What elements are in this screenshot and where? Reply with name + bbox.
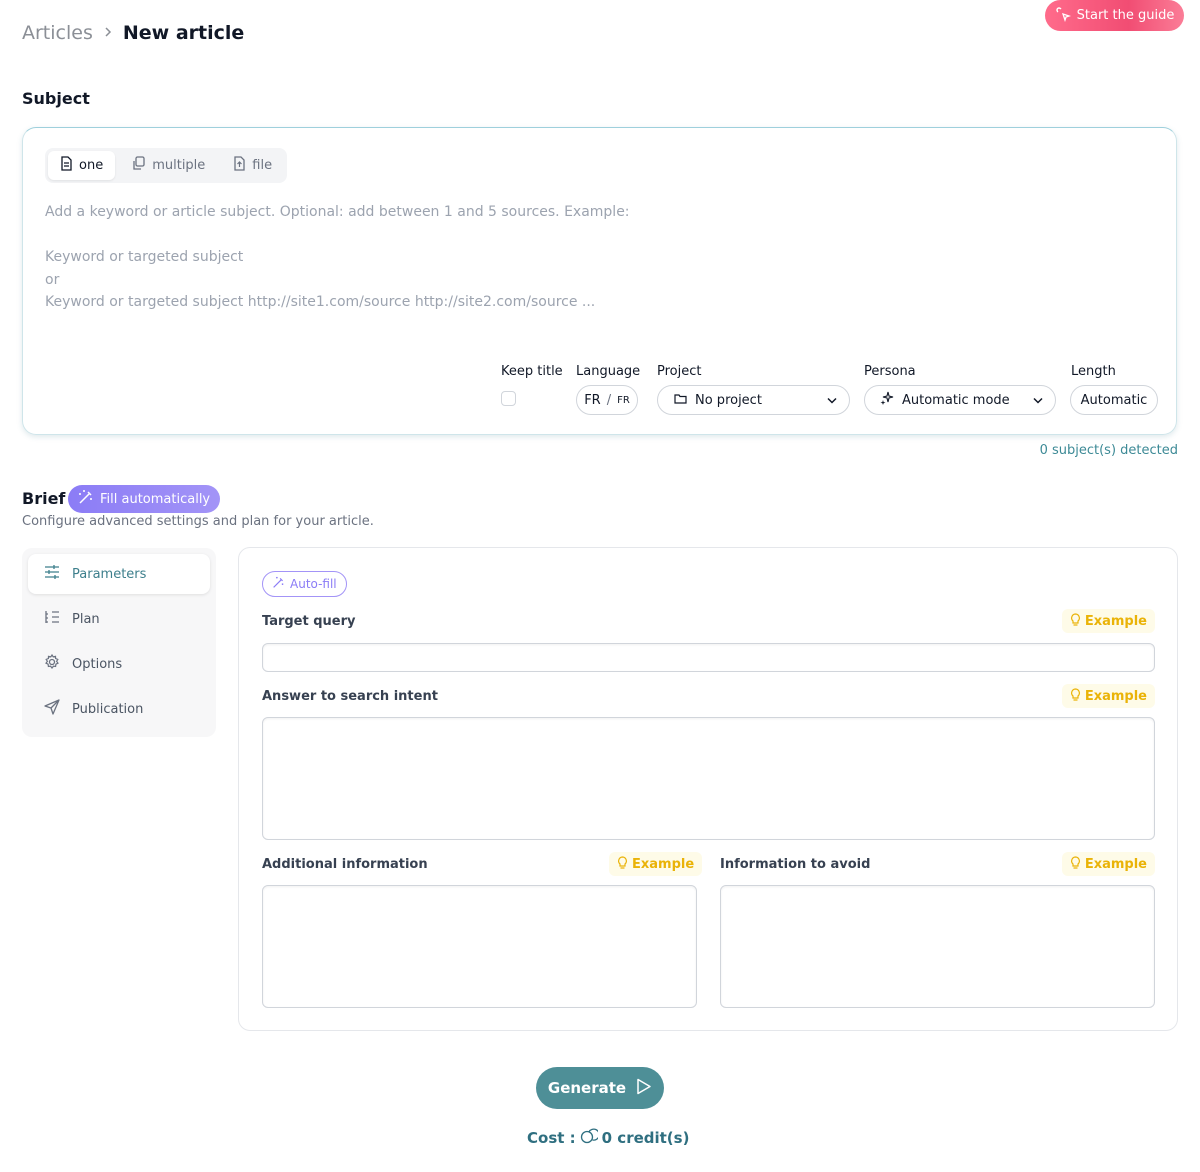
gear-icon: [44, 653, 60, 674]
folder-icon: [674, 393, 687, 408]
sparkles-icon: [880, 391, 894, 409]
generate-label: Generate: [547, 1079, 627, 1097]
tab-file-label: file: [252, 158, 273, 173]
info-avoid-textarea[interactable]: [720, 885, 1155, 1008]
tab-one[interactable]: one: [48, 151, 116, 180]
cost-label: Cost :: [527, 1129, 576, 1147]
sparkle-pointer-icon: [1055, 6, 1071, 26]
nav-item-options[interactable]: Options: [28, 644, 210, 684]
info-avoid-label: Information to avoid: [720, 857, 871, 872]
brief-description: Configure advanced settings and plan for…: [22, 514, 374, 529]
chevron-down-icon: [1033, 393, 1043, 408]
start-guide-label: Start the guide: [1076, 8, 1175, 23]
target-query-input[interactable]: [262, 643, 1155, 672]
tab-multiple-label: multiple: [152, 158, 206, 173]
lightbulb-icon: [1070, 855, 1081, 873]
tab-multiple[interactable]: multiple: [119, 151, 217, 180]
brief-parameters-panel: Auto-fill Target query Example Answer to…: [238, 547, 1178, 1031]
subject-title: Subject: [22, 89, 90, 108]
play-icon: [636, 1078, 652, 1099]
example-label: Example: [1084, 688, 1147, 704]
length-select[interactable]: Automatic: [1070, 385, 1158, 415]
file-upload-icon: [233, 156, 246, 175]
keep-title-label: Keep title: [501, 364, 563, 379]
nav-item-parameters-label: Parameters: [72, 566, 147, 582]
document-icon: [60, 156, 73, 175]
coins-icon: [580, 1128, 600, 1148]
fill-automatically-label: Fill automatically: [100, 491, 211, 507]
tab-one-label: one: [79, 158, 104, 173]
list-icon: [44, 609, 60, 629]
project-select[interactable]: No project: [657, 385, 850, 415]
example-label: Example: [632, 856, 695, 872]
lightbulb-icon: [1070, 687, 1081, 705]
keep-title-checkbox[interactable]: [501, 391, 516, 406]
nav-item-options-label: Options: [72, 656, 123, 672]
brief-side-nav: Parameters Plan Options Publication: [22, 548, 216, 737]
subject-input[interactable]: Add a keyword or article subject. Option…: [45, 201, 1145, 361]
persona-value: Automatic mode: [902, 392, 1010, 408]
example-button-info-avoid[interactable]: Example: [1061, 852, 1155, 876]
length-value: Automatic: [1080, 392, 1148, 408]
lightbulb-icon: [617, 855, 628, 873]
lightbulb-icon: [1070, 612, 1081, 630]
additional-info-textarea[interactable]: [262, 885, 697, 1008]
auto-fill-button[interactable]: Auto-fill: [262, 571, 347, 597]
language-slash: /: [606, 392, 612, 408]
chevron-right-icon: [103, 24, 113, 42]
length-label: Length: [1071, 364, 1116, 379]
cost-value: 0 credit(s): [601, 1129, 690, 1147]
start-guide-button[interactable]: Start the guide: [1045, 0, 1184, 31]
send-icon: [44, 699, 60, 719]
breadcrumb: Articles New article: [22, 22, 244, 44]
magic-wand-icon: [78, 489, 94, 509]
example-label: Example: [1084, 613, 1147, 629]
example-label: Example: [1084, 856, 1147, 872]
language-to: FR: [617, 394, 630, 406]
nav-item-plan-label: Plan: [72, 611, 100, 627]
persona-select[interactable]: Automatic mode: [864, 385, 1056, 415]
copy-icon: [131, 156, 146, 175]
subjects-detected-count: 0 subject(s) detected: [1039, 443, 1178, 458]
example-button-target-query[interactable]: Example: [1061, 609, 1155, 633]
nav-item-parameters[interactable]: Parameters: [28, 554, 210, 594]
chevron-down-icon: [827, 393, 837, 408]
magic-wand-icon: [272, 576, 285, 592]
language-label: Language: [576, 364, 641, 379]
subject-mode-tabs: one multiple file: [45, 148, 288, 183]
language-select[interactable]: FR / FR: [576, 385, 638, 415]
language-from: FR: [584, 392, 601, 408]
project-value: No project: [695, 392, 762, 408]
page-title: New article: [122, 22, 245, 44]
nav-item-plan[interactable]: Plan: [28, 599, 210, 639]
search-intent-textarea[interactable]: [262, 717, 1155, 840]
nav-item-publication[interactable]: Publication: [28, 689, 210, 729]
additional-info-label: Additional information: [262, 857, 428, 872]
target-query-label: Target query: [262, 614, 356, 629]
auto-fill-label: Auto-fill: [290, 577, 337, 591]
generate-button[interactable]: Generate: [536, 1067, 664, 1109]
example-button-search-intent[interactable]: Example: [1061, 684, 1155, 708]
subject-card: one multiple file Add a keyword or artic…: [22, 127, 1177, 435]
persona-label: Persona: [864, 364, 916, 379]
project-label: Project: [657, 364, 702, 379]
tab-file[interactable]: file: [221, 151, 284, 180]
cost-display: Cost : 0 credit(s): [527, 1128, 689, 1148]
fill-automatically-button[interactable]: Fill automatically: [68, 485, 221, 513]
brief-title: Brief: [22, 489, 66, 508]
nav-item-publication-label: Publication: [72, 701, 144, 717]
sliders-icon: [44, 564, 60, 584]
example-button-additional-info[interactable]: Example: [609, 852, 703, 876]
breadcrumb-articles-link[interactable]: Articles: [22, 22, 93, 44]
search-intent-label: Answer to search intent: [262, 689, 438, 704]
